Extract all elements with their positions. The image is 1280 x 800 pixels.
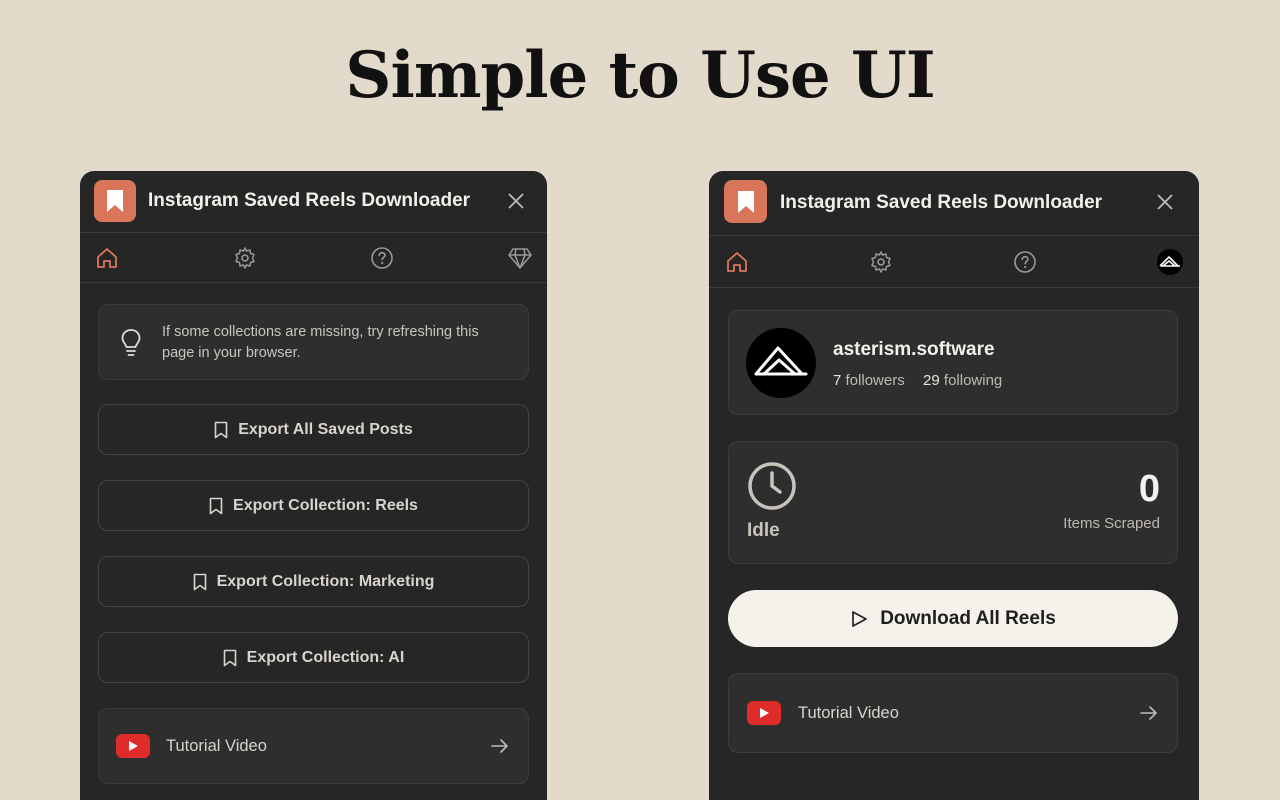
app-logo [94,180,136,222]
youtube-icon [116,734,150,758]
export-all-saved-posts-button[interactable]: Export All Saved Posts [98,404,529,455]
arrow-right-icon [490,736,510,756]
status-card: Idle 0 Items Scraped [728,441,1178,564]
arrow-right-icon [1139,703,1159,723]
export-collection-reels-button[interactable]: Export Collection: Reels [98,480,529,531]
tab-home[interactable] [723,248,751,276]
app-title: Instagram Saved Reels Downloader [148,190,471,211]
tip-line: page in your browser. [162,345,301,361]
clock-icon [747,461,797,516]
profile-card: asterism.software 7 followers 29 followi… [728,310,1178,415]
avatar-icon [1157,249,1183,275]
profile-username: asterism.software [833,339,995,360]
app-logo [724,180,767,223]
avatar [746,328,816,398]
export-collection-ai-button[interactable]: Export Collection: AI [98,632,529,683]
tutorial-video-label: Tutorial Video [166,737,267,755]
bookmark-icon [214,421,228,438]
button-label: Export Collection: Reels [233,496,418,514]
help-circle-icon [371,247,393,269]
lightbulb-icon [119,327,143,364]
gear-icon [871,251,891,273]
home-icon [97,248,117,268]
following-count: 29 [923,372,940,389]
download-all-reels-button[interactable]: Download All Reels [728,590,1178,647]
help-circle-icon [1014,251,1036,273]
diamond-icon [508,248,532,269]
bookmark-icon [223,649,236,666]
tutorial-video-row[interactable]: Tutorial Video [728,673,1178,753]
button-label: Export All Saved Posts [238,420,413,438]
extension-panel-download: Instagram Saved Reels Downloader asteris… [709,171,1199,800]
bookmark-icon [209,497,223,514]
followers-count: 7 [833,372,842,389]
extension-panel-export: Instagram Saved Reels Downloader If some… [80,171,547,800]
tab-bar [80,233,547,283]
tab-premium[interactable] [506,244,534,272]
button-label: Export Collection: Marketing [216,572,435,590]
youtube-icon [747,701,781,725]
page-headline: Simple to Use UI [345,38,935,113]
tip-line: If some collections are missing, try ref… [162,324,479,340]
status-state: Idle [747,520,780,541]
tab-help[interactable] [1011,248,1039,276]
followers-label: followers [845,372,905,389]
app-title: Instagram Saved Reels Downloader [780,192,1103,213]
gear-icon [235,247,255,269]
close-icon[interactable] [506,191,526,211]
button-label: Export Collection: AI [246,648,405,666]
tab-account[interactable] [1156,248,1184,276]
items-scraped-count: 0 [1138,468,1160,510]
tab-settings[interactable] [867,248,895,276]
bookmark-icon [193,573,206,590]
download-button-label: Download All Reels [880,607,1056,629]
profile-stats: 7 followers 29 following [833,372,1002,389]
home-icon [727,252,747,272]
close-icon[interactable] [1155,192,1175,212]
tab-bar [709,236,1199,288]
titlebar: Instagram Saved Reels Downloader [709,171,1199,236]
items-scraped-label: Items Scraped [1063,515,1160,532]
tab-help[interactable] [368,244,396,272]
following-label: following [943,372,1003,389]
tip-card: If some collections are missing, try ref… [98,304,529,380]
tip-text: If some collections are missing, try ref… [162,322,479,364]
titlebar: Instagram Saved Reels Downloader [80,171,547,233]
play-icon [852,610,868,627]
export-collection-marketing-button[interactable]: Export Collection: Marketing [98,556,529,607]
tutorial-video-row[interactable]: Tutorial Video [98,708,529,784]
tab-home[interactable] [93,244,121,272]
tab-settings[interactable] [231,244,259,272]
tutorial-video-label: Tutorial Video [798,704,899,722]
